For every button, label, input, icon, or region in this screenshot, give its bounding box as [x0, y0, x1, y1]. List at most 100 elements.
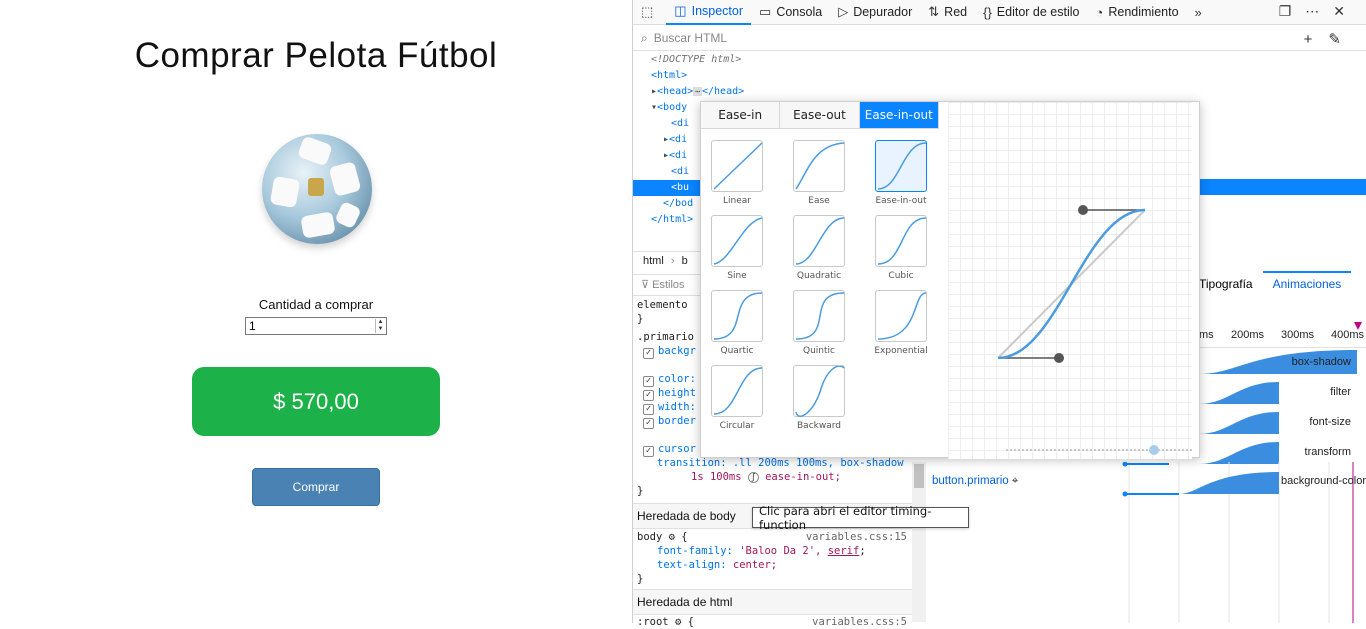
price-button[interactable]: $ 570,00 — [192, 367, 440, 436]
tab-animations[interactable]: Animaciones — [1262, 271, 1352, 297]
declaration-checkbox[interactable]: ✓ — [643, 446, 654, 457]
pick-element-icon: ⬚ — [641, 4, 654, 19]
bezier-graph[interactable] — [948, 102, 1192, 459]
rule-source-link[interactable]: variables.css:15 — [806, 530, 913, 544]
easing-preset-label: Ease-in-out — [875, 196, 927, 206]
tab-typography[interactable]: Tipografía — [1199, 271, 1253, 297]
prop-value[interactable]: serif — [828, 545, 860, 557]
easing-preset-label: Backward — [797, 421, 841, 431]
rule-selector: :root — [637, 616, 669, 628]
declaration-checkbox[interactable]: ✓ — [643, 418, 654, 429]
easing-preset[interactable] — [875, 140, 927, 192]
easing-preset[interactable] — [793, 365, 845, 417]
network-icon: ⇅ — [928, 4, 940, 19]
node-text: <di — [669, 134, 688, 145]
tab-performance[interactable]: ◔ Rendimiento — [1087, 0, 1186, 25]
node-text: <di — [671, 166, 690, 177]
inherited-html-header: Heredada de html — [633, 589, 913, 615]
rule-source-link[interactable]: variables.css:5 — [812, 615, 913, 629]
animation-row-box-shadow[interactable]: box-shadow — [1199, 350, 1357, 374]
quantity-stepper[interactable]: ▲ ▼ — [375, 319, 385, 333]
page-title: Comprar Pelota Fútbol — [134, 36, 498, 75]
style-editor-icon: {} — [983, 4, 992, 20]
animation-row-font-size[interactable]: font-size — [1199, 410, 1357, 434]
tab-inspector[interactable]: ◫ Inspector — [666, 0, 752, 25]
html-search-bar[interactable]: ⌕ Buscar HTML +✎ — [633, 26, 1366, 51]
dock-icon[interactable]: ❐ — [1279, 3, 1306, 19]
prop-name[interactable]: width: — [658, 401, 696, 413]
prop-name[interactable]: text-align: — [657, 559, 727, 571]
tab-ease-in[interactable]: Ease-in — [701, 102, 781, 128]
tab-debugger[interactable]: ▷ Depurador — [830, 0, 920, 25]
breadcrumb-item[interactable]: html — [643, 255, 664, 267]
node-text: </bod — [663, 198, 694, 209]
prop-name[interactable]: color: — [658, 373, 696, 385]
tooltip: Clic para abri el editor timing-function — [752, 504, 969, 532]
tab-label: Depurador — [853, 5, 913, 19]
easing-preset-label: Quartic — [720, 346, 754, 356]
node-text: <!DOCTYPE html> — [651, 54, 742, 65]
animation-row-filter[interactable]: filter — [1199, 380, 1357, 404]
tab-ease-out[interactable]: Ease-out — [780, 102, 860, 128]
easing-preset-label: Circular — [719, 421, 755, 431]
tab-label: Consola — [776, 5, 823, 19]
more-tabs-button[interactable]: » — [1187, 0, 1215, 25]
animation-name: font-size — [1309, 416, 1351, 428]
search-icon: ⌕ — [641, 30, 648, 45]
tree-node-doctype[interactable]: <!DOCTYPE html> — [633, 52, 913, 68]
prop-name[interactable]: font-family: — [657, 545, 733, 557]
easing-preset[interactable] — [793, 215, 845, 267]
tree-node-html[interactable]: <html> — [633, 68, 913, 84]
prop-value[interactable]: center; — [733, 559, 777, 571]
close-icon[interactable]: ✕ — [1333, 3, 1359, 19]
declaration-checkbox[interactable]: ✓ — [643, 348, 654, 359]
declaration: font-family: 'Baloo Da 2', serif; — [657, 545, 866, 557]
timing-function-swatch-icon[interactable]: ∫ — [747, 472, 759, 483]
easing-preset[interactable] — [793, 290, 845, 342]
easing-preset[interactable] — [711, 215, 763, 267]
rules-scrollbar[interactable] — [912, 462, 926, 622]
options-icon[interactable]: ⋯ — [1305, 3, 1333, 19]
tab-ease-in-out[interactable]: Ease-in-out — [859, 102, 939, 128]
breadcrumb-item[interactable]: b — [682, 255, 688, 267]
console-icon: ▭ — [759, 4, 772, 19]
prop-name[interactable]: height — [658, 387, 696, 399]
eyedropper-icon[interactable]: ✎ — [1328, 31, 1357, 48]
easing-preset[interactable] — [711, 290, 763, 342]
scrollbar-thumb[interactable] — [914, 464, 924, 488]
inspector-icon: ◫ — [674, 3, 687, 18]
rule-close: } — [637, 573, 644, 585]
prop-name[interactable]: cursor — [658, 443, 696, 455]
quantity-input[interactable]: 1 ▲ ▼ — [245, 317, 387, 335]
node-text: <head> — [657, 86, 694, 97]
easing-preset[interactable] — [875, 215, 927, 267]
element-picker-button[interactable]: ⬚ — [633, 0, 666, 25]
animation-row-transform[interactable]: transform — [1199, 440, 1357, 464]
transition-declaration[interactable]: transition: .ll 200ms 100ms, box-shadow — [633, 456, 913, 470]
prop-name[interactable]: backgr — [658, 345, 696, 357]
animation-target-node[interactable]: button.primario ⌖ — [932, 475, 1018, 488]
gear-icon[interactable]: ⚙ — [675, 616, 681, 628]
easing-preset[interactable] — [711, 365, 763, 417]
tab-style-editor[interactable]: {} Editor de estilo — [975, 0, 1087, 25]
collapsed-badge[interactable]: ⋯ — [693, 87, 702, 96]
buy-button[interactable]: Comprar — [252, 468, 380, 506]
tab-network[interactable]: ⇅ Red — [920, 0, 975, 25]
search-placeholder: Buscar HTML — [653, 31, 728, 45]
easing-preset[interactable] — [875, 290, 927, 342]
node-text: <di — [671, 118, 690, 129]
prop-name[interactable]: border — [658, 415, 696, 427]
easing-preset-label: Linear — [723, 196, 751, 206]
prop-value: 1s 100ms — [691, 471, 742, 483]
animation-name[interactable]: background-color — [1281, 475, 1366, 487]
window-controls: ❐⋯✕ — [1279, 3, 1359, 20]
prop-value: transition: .ll 200ms 100ms, box-shadow — [657, 457, 904, 469]
add-node-icon[interactable]: + — [1304, 31, 1329, 48]
tab-console[interactable]: ▭ Consola — [751, 0, 830, 25]
easing-preset[interactable] — [711, 140, 763, 192]
tree-node-head[interactable]: ▸<head> ⋯ </head> — [633, 84, 913, 100]
easing-preset[interactable] — [793, 140, 845, 192]
target-icon[interactable]: ⌖ — [1012, 475, 1018, 487]
prop-value[interactable]: 'Baloo Da 2', — [739, 545, 821, 557]
gear-icon[interactable]: ⚙ — [669, 531, 675, 543]
